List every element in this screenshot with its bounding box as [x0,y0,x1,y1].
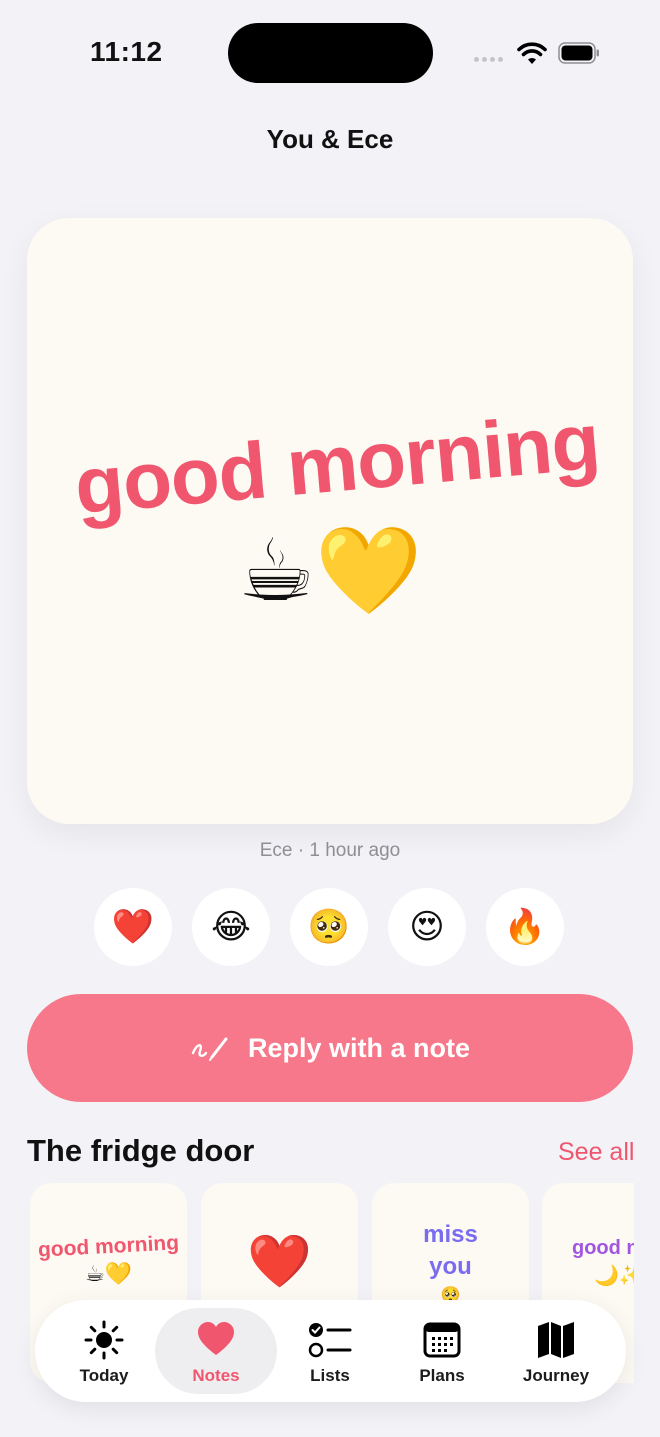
fridge-card-emoji: 🌙✨ [594,1265,634,1287]
reaction-bar: ❤️ 😂 🥺 😍 🔥 [94,888,564,966]
fridge-card-emoji: ❤️ [247,1233,312,1291]
tab-journey[interactable]: Journey [495,1308,617,1394]
heart-icon [198,1322,234,1355]
reaction-fire-button[interactable]: 🔥 [486,888,564,966]
reaction-laugh-button[interactable]: 😂 [192,888,270,966]
status-time: 11:12 [90,36,163,67]
reply-button[interactable]: Reply with a note [27,994,633,1102]
tab-plans-label: Plans [419,1366,465,1385]
cellular-signal-icon [474,57,503,62]
sun-icon [84,1320,124,1360]
map-icon [538,1322,574,1358]
reaction-heart-button[interactable]: ❤️ [94,888,172,966]
tab-lists[interactable]: Lists [269,1308,391,1394]
see-all-link[interactable]: See all [558,1138,634,1167]
note-meta: Ece · 1 hour ago [259,840,401,861]
dynamic-island [228,23,433,83]
status-bar: 11:12 [0,0,660,100]
checklist-icon [308,1323,352,1358]
calendar-icon [423,1322,461,1358]
fridge-card-text: good n [572,1237,634,1259]
note-text: good morning [71,396,603,531]
fridge-card-text: miss you [423,1221,478,1280]
fridge-card-emoji: ☕💛 [84,1261,133,1286]
tab-today[interactable]: Today [43,1308,165,1394]
reaction-heart-eyes-button[interactable]: 😍 [388,888,466,966]
wifi-icon [517,42,547,64]
page-title: You & Ece [266,124,394,154]
tab-lists-label: Lists [310,1366,350,1385]
battery-icon [558,42,599,64]
reply-button-label: Reply with a note [247,1032,471,1063]
tab-notes[interactable]: Notes [155,1308,277,1394]
note-emoji: ☕💛 [237,523,423,619]
tab-journey-label: Journey [522,1366,590,1385]
fridge-card-text: good morning [37,1231,180,1262]
note-card[interactable]: good morning ☕💛 [27,218,633,824]
tab-today-label: Today [79,1366,129,1385]
tab-plans[interactable]: Plans [381,1308,503,1394]
pen-scribble-icon [191,1037,228,1061]
tab-bar: Today Notes Lists Plans Journey [35,1300,626,1402]
reaction-pleading-button[interactable]: 🥺 [290,888,368,966]
fridge-section-title: The fridge door [27,1133,255,1168]
tab-notes-label: Notes [192,1366,240,1385]
